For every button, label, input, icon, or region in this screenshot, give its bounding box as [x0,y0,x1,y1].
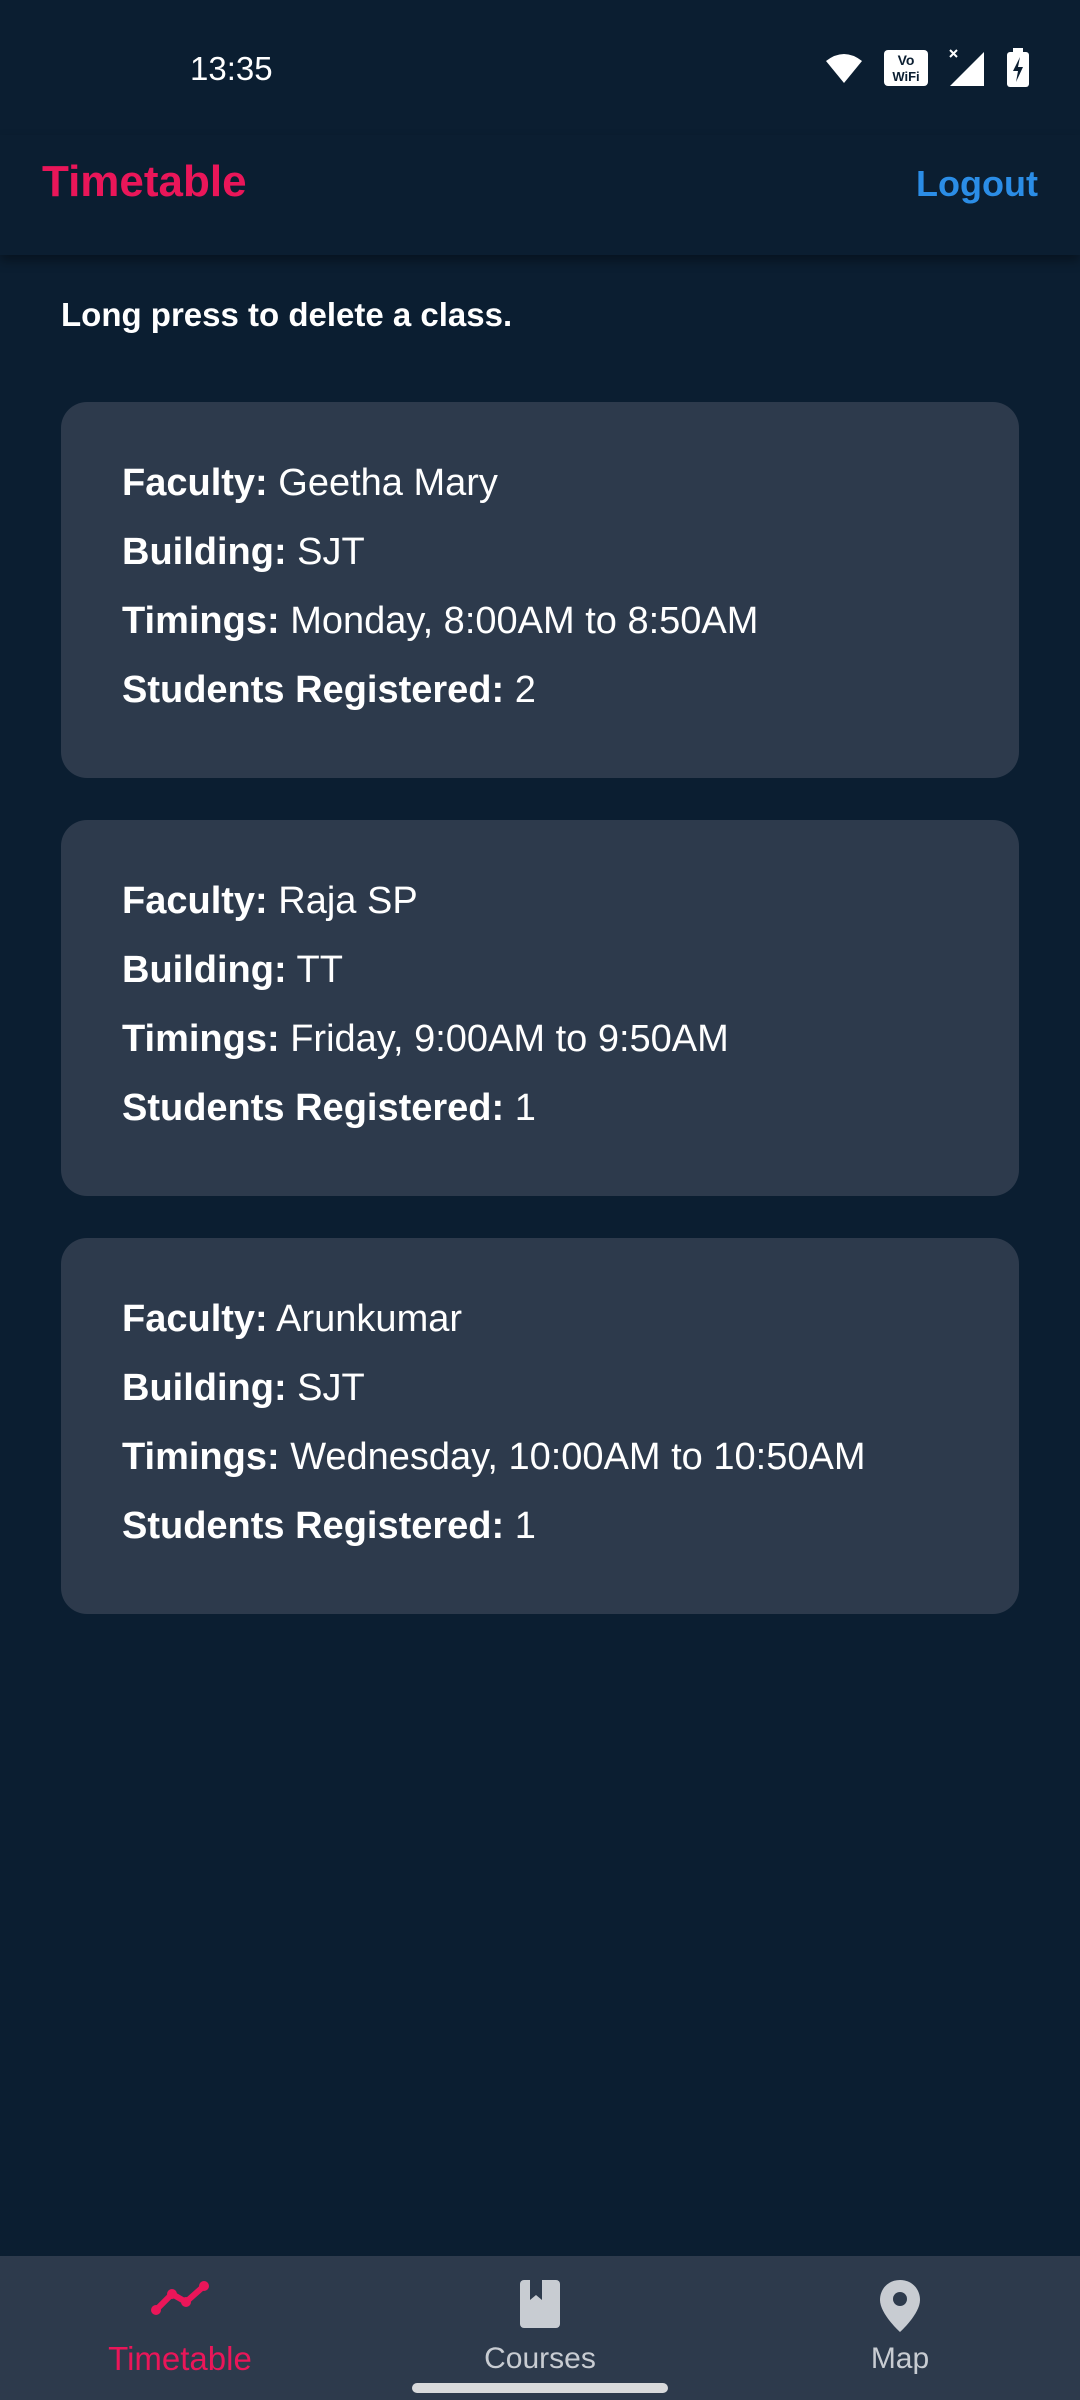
students-label: Students Registered: [122,669,505,711]
bottom-nav: Timetable Courses Map [0,2256,1080,2400]
timings-value: Monday, 8:00AM to 8:50AM [279,600,759,642]
timings-row: Timings: Monday, 8:00AM to 8:50AM [122,600,758,643]
students-value: 1 [504,1087,536,1129]
timings-label: Timings: [122,1018,280,1060]
nav-item-courses[interactable]: Courses [360,2256,720,2400]
wifi-icon [824,51,864,90]
faculty-row: Faculty: Raja SP [122,880,418,923]
trending-line-icon [150,2278,210,2323]
building-value: TT [286,949,343,991]
status-bar: 13:35 Vo WiFi [0,0,1080,135]
faculty-value: Arunkumar [267,1298,463,1340]
faculty-value: Raja SP [267,880,418,922]
nav-label-timetable: Timetable [108,2340,252,2377]
faculty-row: Faculty: Geetha Mary [122,462,498,505]
timings-label: Timings: [122,1436,280,1478]
students-row: Students Registered: 2 [122,669,536,712]
building-label: Building: [122,949,287,991]
status-icons: Vo WiFi [824,48,1030,93]
hint-text: Long press to delete a class. [61,296,513,333]
vowifi-icon: Vo WiFi [884,50,928,91]
battery-charging-icon [1006,48,1030,93]
building-value: SJT [286,1367,365,1409]
book-icon [518,2278,562,2335]
students-value: 2 [504,669,536,711]
nav-item-map[interactable]: Map [720,2256,1080,2400]
faculty-label: Faculty: [122,462,268,504]
page-title: Timetable [42,157,247,206]
faculty-label: Faculty: [122,880,268,922]
nav-item-timetable[interactable]: Timetable [0,2256,360,2400]
building-label: Building: [122,531,287,573]
timings-value: Friday, 9:00AM to 9:50AM [279,1018,729,1060]
students-row: Students Registered: 1 [122,1505,536,1548]
nav-label-courses: Courses [484,2342,596,2375]
map-pin-icon [878,2278,922,2339]
timings-label: Timings: [122,600,280,642]
students-label: Students Registered: [122,1505,505,1547]
building-value: SJT [286,531,365,573]
faculty-label: Faculty: [122,1298,268,1340]
logout-button[interactable]: Logout [916,163,1038,205]
building-row: Building: SJT [122,1367,365,1410]
app-bar: Timetable Logout [0,135,1080,255]
building-label: Building: [122,1367,287,1409]
timings-value: Wednesday, 10:00AM to 10:50AM [279,1436,866,1478]
faculty-value: Geetha Mary [267,462,498,504]
class-card[interactable]: Faculty: Geetha Mary Building: SJT Timin… [61,402,1019,778]
building-row: Building: SJT [122,531,365,574]
students-label: Students Registered: [122,1087,505,1129]
timings-row: Timings: Wednesday, 10:00AM to 10:50AM [122,1436,865,1479]
students-value: 1 [504,1505,536,1547]
students-row: Students Registered: 1 [122,1087,536,1130]
status-time: 13:35 [190,50,273,87]
vowifi-text-top: Vo [898,52,915,68]
faculty-row: Faculty: Arunkumar [122,1298,462,1341]
home-indicator[interactable] [412,2383,668,2393]
nav-label-map: Map [870,2342,930,2375]
signal-icon [948,48,986,93]
class-card[interactable]: Faculty: Arunkumar Building: SJT Timings… [61,1238,1019,1614]
vowifi-text-bottom: WiFi [892,69,919,84]
class-card[interactable]: Faculty: Raja SP Building: TT Timings: F… [61,820,1019,1196]
timings-row: Timings: Friday, 9:00AM to 9:50AM [122,1018,729,1061]
building-row: Building: TT [122,949,343,992]
